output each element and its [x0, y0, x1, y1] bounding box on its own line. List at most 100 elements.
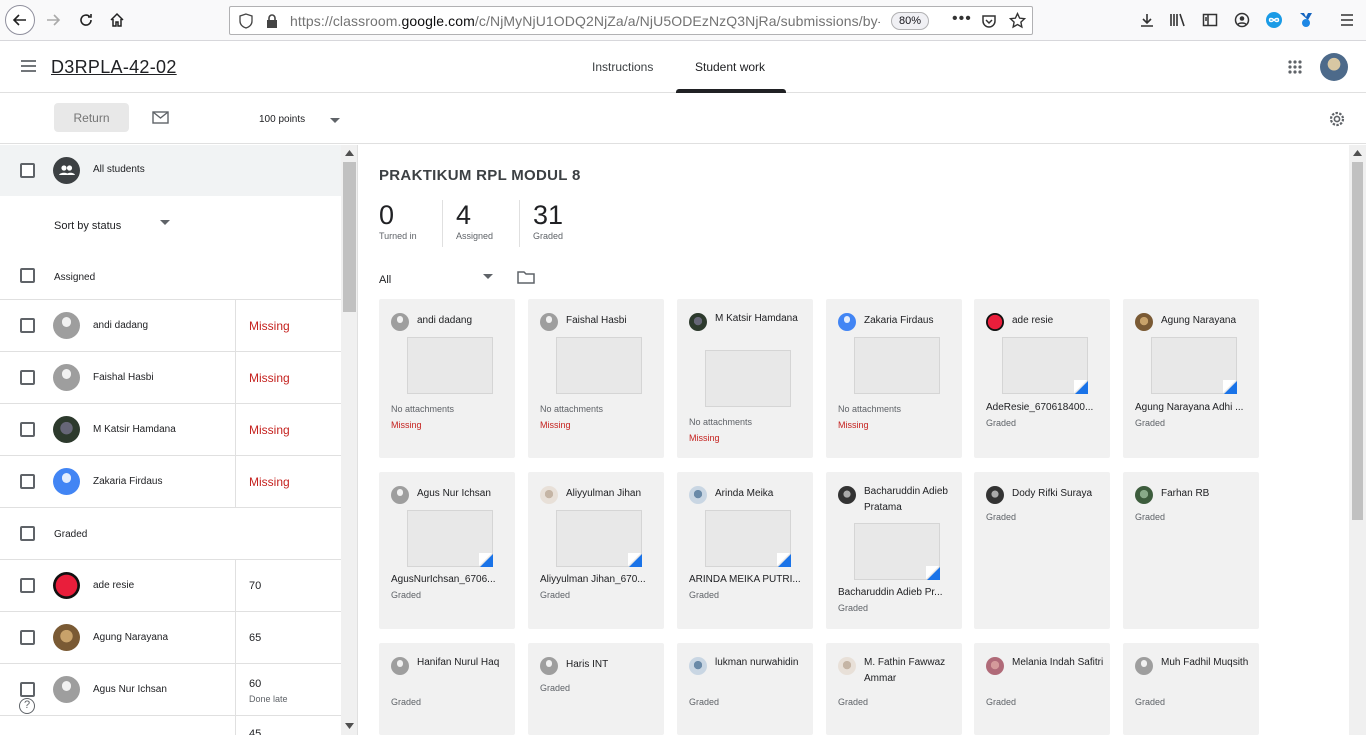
submission-card[interactable]: Hanifan Nurul Haq Graded	[379, 643, 515, 735]
grade-value[interactable]: 65	[249, 632, 261, 644]
help-icon[interactable]: ?	[19, 698, 35, 714]
submission-card[interactable]: andi dadang No attachments Missing	[379, 299, 515, 458]
attachment-thumbnail[interactable]	[407, 510, 493, 567]
pocket-icon[interactable]	[981, 13, 997, 29]
submission-card[interactable]: Faishal Hasbi No attachments Missing	[528, 299, 664, 458]
submission-card[interactable]: Agus Nur Ichsan AgusNurIchsan_6706... Gr…	[379, 472, 515, 629]
address-bar[interactable]: https://classroom.google.com/c/NjMyNjU1O…	[229, 6, 1033, 35]
attachment-thumbnail[interactable]	[1002, 337, 1088, 394]
attachment-thumbnail[interactable]	[1151, 337, 1237, 394]
attachment-thumbnail[interactable]	[854, 523, 940, 580]
avatar	[53, 416, 80, 443]
bookmark-star-icon[interactable]	[1009, 12, 1026, 29]
account-icon[interactable]	[1231, 9, 1253, 31]
student-row[interactable]: 45	[0, 716, 341, 735]
right-scrollbar[interactable]	[1349, 145, 1366, 735]
submission-card[interactable]: Dody Rifki Suraya Graded	[974, 472, 1110, 629]
hamburger-menu-icon[interactable]	[20, 59, 37, 73]
student-checkbox[interactable]	[20, 682, 35, 697]
chevron-down-icon[interactable]	[330, 118, 340, 124]
attachment-thumbnail[interactable]	[705, 510, 791, 567]
extension-badge-icon[interactable]	[1295, 9, 1317, 31]
filter-dropdown[interactable]: All	[379, 270, 493, 286]
sort-dropdown[interactable]: Sort by status	[54, 216, 174, 232]
student-checkbox[interactable]	[20, 630, 35, 645]
graded-status: Graded	[986, 697, 1017, 707]
card-student-name: andi dadang	[417, 315, 473, 326]
return-button[interactable]: Return	[54, 103, 129, 132]
more-actions-icon[interactable]: •••	[952, 10, 972, 28]
scroll-thumb[interactable]	[343, 162, 356, 312]
section-assigned[interactable]: Assigned	[0, 248, 341, 300]
select-all-checkbox[interactable]	[20, 163, 35, 178]
submission-card[interactable]: lukman nurwahidin Graded	[677, 643, 813, 735]
student-row[interactable]: ade resie 70	[0, 560, 341, 612]
grade-value[interactable]: 45	[249, 728, 261, 735]
email-icon[interactable]	[152, 111, 169, 124]
student-row[interactable]: Agung Narayana 65	[0, 612, 341, 664]
home-button[interactable]	[102, 5, 132, 35]
student-checkbox[interactable]	[20, 370, 35, 385]
all-students-row[interactable]: All students	[0, 145, 341, 196]
scroll-down-icon[interactable]	[345, 723, 354, 729]
section-checkbox[interactable]	[20, 268, 35, 283]
student-name: Agus Nur Ichsan	[93, 684, 167, 695]
avatar	[838, 657, 856, 675]
account-avatar[interactable]	[1320, 53, 1348, 81]
divider	[235, 560, 236, 612]
grade-value[interactable]: 70	[249, 580, 261, 592]
student-checkbox[interactable]	[20, 474, 35, 489]
avatar	[53, 624, 80, 651]
submission-card[interactable]: M. Fathin Fawwaz Ammar Graded	[826, 643, 962, 735]
attachment-thumbnail[interactable]	[556, 510, 642, 567]
submission-card[interactable]: Muh Fadhil Muqsith Graded	[1123, 643, 1259, 735]
scroll-up-icon[interactable]	[345, 150, 354, 156]
library-icon[interactable]	[1167, 9, 1189, 31]
back-button[interactable]	[5, 5, 35, 35]
attachment-filename: ARINDA MEIKA PUTRI...	[689, 574, 801, 585]
tab-instructions[interactable]: Instructions	[592, 60, 653, 74]
submission-card[interactable]: Agung Narayana Agung Narayana Adhi ... G…	[1123, 299, 1259, 458]
settings-gear-icon[interactable]	[1328, 110, 1346, 128]
browser-menu-icon[interactable]	[1336, 9, 1358, 31]
submission-card[interactable]: Arinda Meika ARINDA MEIKA PUTRI... Grade…	[677, 472, 813, 629]
student-checkbox[interactable]	[20, 422, 35, 437]
student-row[interactable]: Faishal Hasbi Missing	[0, 352, 341, 404]
student-work-panel: PRAKTIKUM RPL MODUL 8 0 Turned in 4 Assi…	[359, 145, 1366, 735]
student-row[interactable]: Zakaria Firdaus Missing	[0, 456, 341, 508]
attachment-placeholder	[556, 337, 642, 394]
section-graded[interactable]: Graded	[0, 508, 341, 560]
submission-card[interactable]: Melania Indah Safitri Graded	[974, 643, 1110, 735]
student-row[interactable]: andi dadang Missing	[0, 300, 341, 352]
scroll-thumb[interactable]	[1352, 162, 1363, 520]
download-icon[interactable]	[1136, 9, 1158, 31]
extension-infinity-icon[interactable]	[1263, 9, 1285, 31]
apps-grid-icon[interactable]	[1288, 60, 1302, 74]
points-dropdown[interactable]: 100 points	[259, 114, 305, 125]
graded-status: Graded	[838, 697, 869, 707]
submission-card[interactable]: Zakaria Firdaus No attachments Missing	[826, 299, 962, 458]
card-student-name: Farhan RB	[1161, 488, 1210, 499]
sidebar-icon[interactable]	[1199, 9, 1221, 31]
folder-icon[interactable]	[517, 270, 535, 284]
student-checkbox[interactable]	[20, 318, 35, 333]
section-checkbox[interactable]	[20, 526, 35, 541]
left-scrollbar[interactable]	[341, 145, 357, 735]
submission-card[interactable]: Bacharuddin Adieb Pratama Bacharuddin Ad…	[826, 472, 962, 629]
student-row[interactable]: Agus Nur Ichsan 60 Done late	[0, 664, 341, 716]
forward-button[interactable]	[38, 5, 68, 35]
zoom-level-badge[interactable]: 80%	[891, 12, 929, 30]
card-student-name: Faishal Hasbi	[566, 315, 627, 326]
submission-card[interactable]: M Katsir Hamdana No attachments Missing	[677, 299, 813, 458]
submission-card[interactable]: Haris INT Graded	[528, 643, 664, 735]
submission-card[interactable]: Farhan RB Graded	[1123, 472, 1259, 629]
scroll-up-icon[interactable]	[1353, 150, 1362, 156]
reload-button[interactable]	[71, 5, 101, 35]
tab-student-work[interactable]: Student work	[695, 60, 765, 74]
class-title-link[interactable]: D3RPLA-42-02	[51, 57, 177, 78]
submission-card[interactable]: ade resie AdeResie_670618400... Graded	[974, 299, 1110, 458]
student-row[interactable]: M Katsir Hamdana Missing	[0, 404, 341, 456]
submission-card[interactable]: Aliyyulman Jihan Aliyyulman Jihan_670...…	[528, 472, 664, 629]
student-checkbox[interactable]	[20, 578, 35, 593]
grade-value[interactable]: 60	[249, 678, 261, 690]
